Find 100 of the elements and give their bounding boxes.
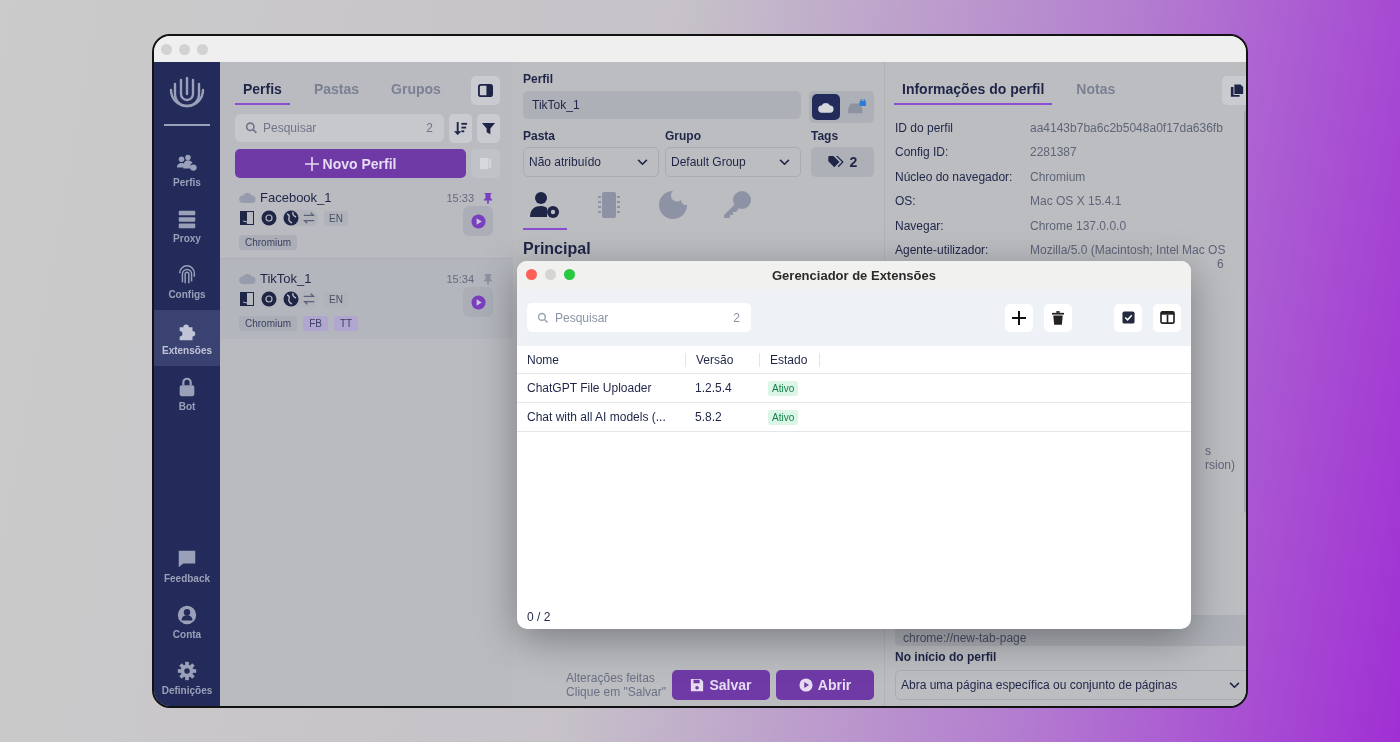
checkbox-icon — [1121, 311, 1135, 324]
cloud-icon — [239, 192, 256, 203]
search-icon — [537, 311, 549, 324]
field-label: Tags — [810, 129, 840, 143]
profile-name-field[interactable]: TikTok_1 — [523, 91, 801, 119]
filter-button[interactable] — [477, 114, 500, 143]
sidebar-item[interactable]: Definições — [154, 650, 220, 706]
sidebar-item[interactable]: Extensões — [154, 310, 220, 366]
copy-icon — [1229, 82, 1244, 98]
profile-tag: Chromium — [239, 235, 298, 250]
globe-icon — [283, 291, 299, 307]
select-all-button[interactable] — [1114, 303, 1142, 332]
user-gear-icon — [529, 189, 561, 221]
tab[interactable]: Informações do perfil — [894, 75, 1053, 105]
result-count: 2 — [426, 121, 433, 135]
field-label: Perfil — [523, 72, 554, 86]
delete-button[interactable] — [1044, 303, 1072, 332]
language-tag: EN — [324, 210, 348, 226]
search-icon — [245, 121, 258, 135]
status-badge: Ativo — [768, 410, 799, 425]
cloud-icon — [818, 101, 834, 113]
unsaved-hint: Clique em "Salvar" — [566, 685, 666, 699]
chevron-down-icon — [778, 158, 790, 166]
profile-time: 15:33 — [446, 191, 474, 204]
cookie-icon — [657, 189, 689, 221]
dialog-title: Gerenciador de Extensões — [772, 267, 936, 283]
tags-icon — [827, 156, 844, 168]
info-value: Chrome 137.0.0.0 — [1030, 218, 1127, 233]
info-value: Mac OS X 15.4.1 — [1030, 194, 1122, 209]
profile-row[interactable]: TikTok_1 15:34 EN Chromium FB TT — [220, 258, 513, 339]
user-circle-icon — [176, 604, 198, 626]
fingerprint-icon — [176, 264, 198, 286]
field-label: Grupo — [664, 129, 702, 143]
filter-icon — [481, 121, 496, 136]
section-title: Principal — [523, 240, 592, 258]
group-select[interactable]: Default Group — [664, 147, 801, 177]
sidebar-item[interactable]: Perfis — [154, 142, 220, 198]
play-button[interactable] — [463, 287, 493, 317]
profile-row[interactable]: Facebook_1 15:33 EN Chromium — [220, 178, 513, 258]
close-button[interactable] — [526, 269, 537, 280]
add-button[interactable] — [1005, 303, 1033, 332]
columns-icon — [1159, 311, 1175, 324]
play-icon — [798, 678, 813, 692]
status-badge: Ativo — [768, 381, 799, 396]
open-button[interactable]: Abrir — [776, 670, 874, 700]
sidebar-item[interactable]: Feedback — [154, 538, 220, 594]
swap-icon — [302, 292, 316, 306]
plus-icon — [304, 156, 319, 171]
info-label: Núcleo do navegador: — [895, 169, 1014, 186]
play-button[interactable] — [463, 206, 493, 236]
sidebar-item[interactable]: Conta — [154, 594, 220, 650]
info-label: Config ID: — [895, 145, 950, 162]
field-label: Pasta — [523, 129, 557, 143]
on-start-select[interactable]: Abra uma página específica ou conjunto de páginas — [895, 670, 1246, 700]
chevron-down-icon — [1229, 681, 1240, 689]
swap-icon — [302, 211, 316, 225]
table-cell-text: 5.8.2 — [694, 410, 723, 424]
panel-toggle-button[interactable] — [471, 75, 500, 105]
table-cell-text: 1.2.5.4 — [694, 381, 733, 395]
drive-lock-icon — [847, 99, 867, 115]
selection-count: 0 / 2 — [526, 610, 552, 626]
info-value: 6 — [1216, 256, 1225, 271]
sidebar-item[interactable]: Bot — [154, 366, 220, 422]
tab[interactable]: Perfis — [235, 75, 290, 105]
new-profile-button[interactable]: Novo Perfil — [235, 149, 466, 178]
play-icon — [470, 294, 486, 310]
column-header[interactable]: Versão — [686, 352, 760, 367]
info-label: OS: — [895, 194, 917, 211]
plus-icon — [1012, 310, 1026, 325]
info-value: s — [1205, 443, 1211, 458]
columns-button[interactable] — [1153, 303, 1181, 332]
column-header[interactable]: Estado — [760, 352, 820, 367]
table-cell-text: Chat with all AI models (... — [526, 410, 667, 424]
key-icon — [721, 189, 753, 221]
sidebar-item[interactable]: Proxy — [154, 198, 220, 254]
section-tab[interactable] — [523, 189, 567, 230]
users-gear-icon — [176, 152, 198, 174]
info-label: Navegar: — [895, 218, 945, 235]
chrome-icon — [261, 291, 277, 307]
sort-button[interactable] — [449, 114, 472, 143]
sort-icon — [453, 121, 468, 136]
play-icon — [470, 213, 486, 229]
sidebar-item[interactable]: Configs — [154, 254, 220, 310]
zoom-button[interactable] — [564, 269, 575, 280]
chevron-down-icon — [636, 158, 648, 166]
info-value: Chromium — [1030, 169, 1086, 184]
save-button[interactable]: Salvar — [672, 670, 770, 700]
copy-button[interactable] — [1222, 75, 1246, 105]
profile-name: TikTok_1 — [260, 271, 313, 286]
pin-icon[interactable] — [483, 191, 493, 204]
column-header[interactable]: Nome — [517, 352, 686, 367]
cloud-storage-button[interactable] — [812, 94, 840, 120]
profile-time: 15:34 — [446, 272, 474, 285]
folder-select[interactable]: Não atribuído — [523, 147, 659, 177]
result-count: 2 — [733, 310, 740, 325]
profile-tag: TT — [333, 316, 359, 331]
tags-button[interactable]: 2 — [810, 147, 874, 177]
profile-tag: FB — [303, 316, 328, 331]
info-label: Agente-utilizador: — [895, 242, 990, 259]
settings-icon — [176, 660, 198, 682]
